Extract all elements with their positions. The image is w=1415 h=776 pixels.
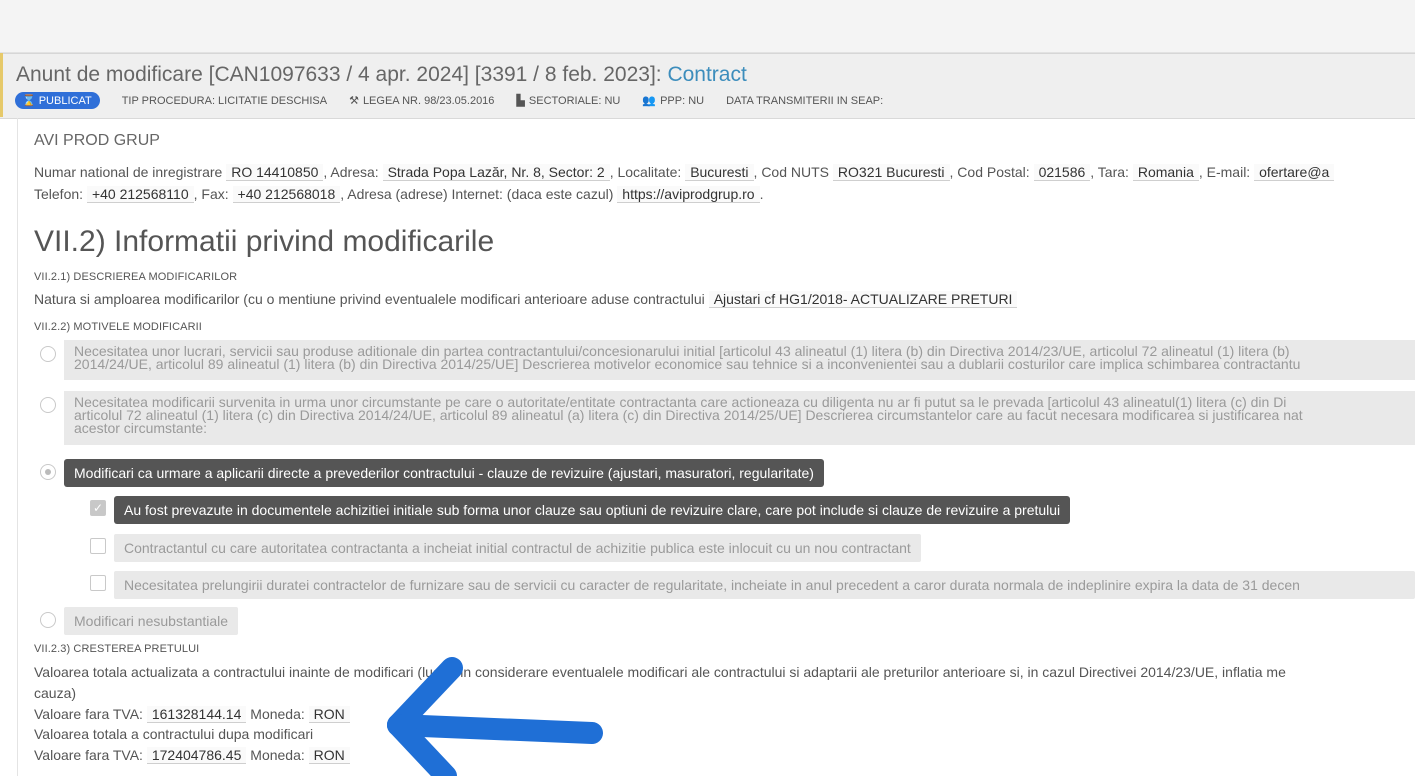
price-description-line-1: Valoarea totala actualizata a contractul… — [34, 664, 1286, 680]
reason-option-2: Necesitatea modificarii survenita in urm… — [64, 391, 1415, 445]
status-badge-label: PUBLICAT — [38, 94, 92, 107]
label-email: , E-mail: — [1198, 164, 1251, 180]
reason-radio-2[interactable] — [40, 397, 56, 413]
title-text: Anunt de modificare [CAN1097633 / 4 apr.… — [16, 63, 668, 86]
procedure-type: TIP PROCEDURA: LICITATIE DESCHISA — [121, 94, 328, 107]
value-after-heading: Valoarea totala a contractului dupa modi… — [34, 726, 314, 742]
divider — [17, 118, 18, 776]
reason-option-4: Modificari nesubstantiale — [64, 607, 239, 635]
hourglass-icon: ⌛ — [22, 95, 36, 107]
label-city: , Localitate: — [609, 164, 682, 180]
city-value: Bucuresti — [685, 164, 754, 181]
reason-radio-3-selected[interactable] — [40, 464, 56, 480]
postal-value: 021586 — [1033, 164, 1091, 181]
organization-name: AVI PROD GRUP — [34, 132, 160, 149]
notice-header: Anunt de modificare [CAN1097633 / 4 apr.… — [0, 53, 1415, 119]
chart-icon: ▙ — [516, 95, 525, 107]
label-nuts: , Cod NUTS — [753, 164, 830, 180]
label-value-no-vat-after: Valoare fara TVA: — [34, 747, 143, 763]
sub-checkbox-3[interactable] — [90, 575, 106, 591]
nuts-value: RO321 Bucuresti — [832, 164, 950, 181]
reason-option-3: Modificari ca urmare a aplicarii directe… — [64, 459, 824, 487]
label-currency-after: Moneda: — [250, 747, 305, 763]
org-details-line-1: Numar national de inregistrare RO 144108… — [34, 164, 1335, 181]
top-bar — [0, 0, 1415, 53]
label-period: . — [759, 186, 764, 202]
reason-option-1: Necesitatea unor lucrari, servicii sau p… — [64, 340, 1415, 380]
phone-value: +40 212568110 — [86, 186, 194, 203]
currency-after: RON — [308, 747, 350, 764]
value-after: 172404786.45 — [146, 747, 247, 764]
notice-content: AVI PROD GRUP Numar national de inregist… — [0, 118, 1415, 776]
country-value: Romania — [1132, 164, 1199, 181]
law-label: LEGEA NR. 98/23.05.2016 — [362, 94, 495, 107]
reason-option-2-line-3: acestor circumstante: — [74, 420, 208, 436]
email-value: ofertare@a — [1254, 164, 1335, 181]
ppp-label: PPP: NU — [660, 94, 705, 107]
law-info: ⚒ LEGEA NR. 98/23.05.2016 — [349, 94, 495, 108]
value-before-line: Valoare fara TVA: 161328144.14 Moneda: R… — [34, 706, 350, 723]
label-postal: , Cod Postal: — [949, 164, 1030, 180]
users-icon: 👥 — [642, 95, 657, 107]
subsection-description: VII.2.1) DESCRIEREA MODIFICARILOR — [34, 271, 238, 283]
sub-option-1: Au fost prevazute in documentele achizit… — [114, 496, 1071, 524]
sectoral-label: SECTORIALE: NU — [528, 94, 621, 107]
price-description-line-2: cauza) — [34, 685, 77, 701]
ppp-info: 👥 PPP: NU — [642, 94, 705, 108]
sub-checkbox-2[interactable] — [90, 538, 106, 554]
nature-label: Natura si amploarea modificarilor (cu o … — [34, 291, 705, 307]
address-value: Strada Popa Lazăr, Nr. 8, Sector: 2 — [382, 164, 610, 181]
sub-checkbox-1-checked[interactable]: ✓ — [90, 500, 106, 516]
reason-radio-4[interactable] — [40, 612, 56, 628]
label-reg: Numar national de inregistrare — [34, 164, 223, 180]
page-title: Anunt de modificare [CAN1097633 / 4 apr.… — [16, 63, 747, 87]
reason-option-1-line-2: 2014/24/UE, articolul 89 alineatul (1) l… — [74, 356, 1301, 372]
section-title: VII.2) Informatii privind modificarile — [34, 225, 495, 258]
value-before: 161328144.14 — [146, 706, 247, 723]
label-internet: , Adresa (adrese) Internet: (daca este c… — [340, 186, 614, 202]
reason-radio-1[interactable] — [40, 346, 56, 362]
fax-value: +40 212568018 — [232, 186, 341, 203]
subsection-reasons: VII.2.2) MOTIVELE MODIFICARII — [34, 321, 202, 333]
sectoral-info: ▙ SECTORIALE: NU — [516, 94, 621, 108]
website-link[interactable]: https://aviprodgrup.ro — [617, 186, 760, 203]
header-accent — [0, 53, 3, 117]
contract-link[interactable]: Contract — [667, 63, 746, 86]
label-country: , Tara: — [1090, 164, 1129, 180]
org-details-line-2: Telefon: +40 212568110, Fax: +40 2125680… — [34, 186, 764, 203]
nature-value: Ajustari cf HG1/2018- ACTUALIZARE PRETUR… — [708, 291, 1018, 308]
sub-option-2: Contractantul cu care autoritatea contra… — [114, 534, 921, 562]
value-after-line: Valoare fara TVA: 172404786.45 Moneda: R… — [34, 747, 350, 764]
label-phone: Telefon: — [34, 186, 84, 202]
sub-option-3: Necesitatea prelungirii duratei contract… — [114, 571, 1415, 599]
currency-before: RON — [308, 706, 350, 723]
label-address: , Adresa: — [323, 164, 379, 180]
transmission-date: DATA TRANSMITERII IN SEAP: — [726, 94, 884, 107]
notice-meta: ⌛ PUBLICAT TIP PROCEDURA: LICITATIE DESCH… — [15, 92, 905, 109]
label-fax: , Fax: — [193, 186, 229, 202]
reg-number: RO 14410850 — [226, 164, 324, 181]
label-currency: Moneda: — [250, 706, 305, 722]
reason-option-2-line-2: articolul 72 alineatul (1) litera (c) di… — [74, 407, 1303, 423]
gavel-icon: ⚒ — [349, 95, 359, 107]
label-value-no-vat: Valoare fara TVA: — [34, 706, 143, 722]
nature-line: Natura si amploarea modificarilor (cu o … — [34, 291, 1018, 308]
status-badge: ⌛ PUBLICAT — [15, 92, 100, 109]
subsection-price-increase: VII.2.3) CRESTEREA PRETULUI — [34, 643, 200, 655]
